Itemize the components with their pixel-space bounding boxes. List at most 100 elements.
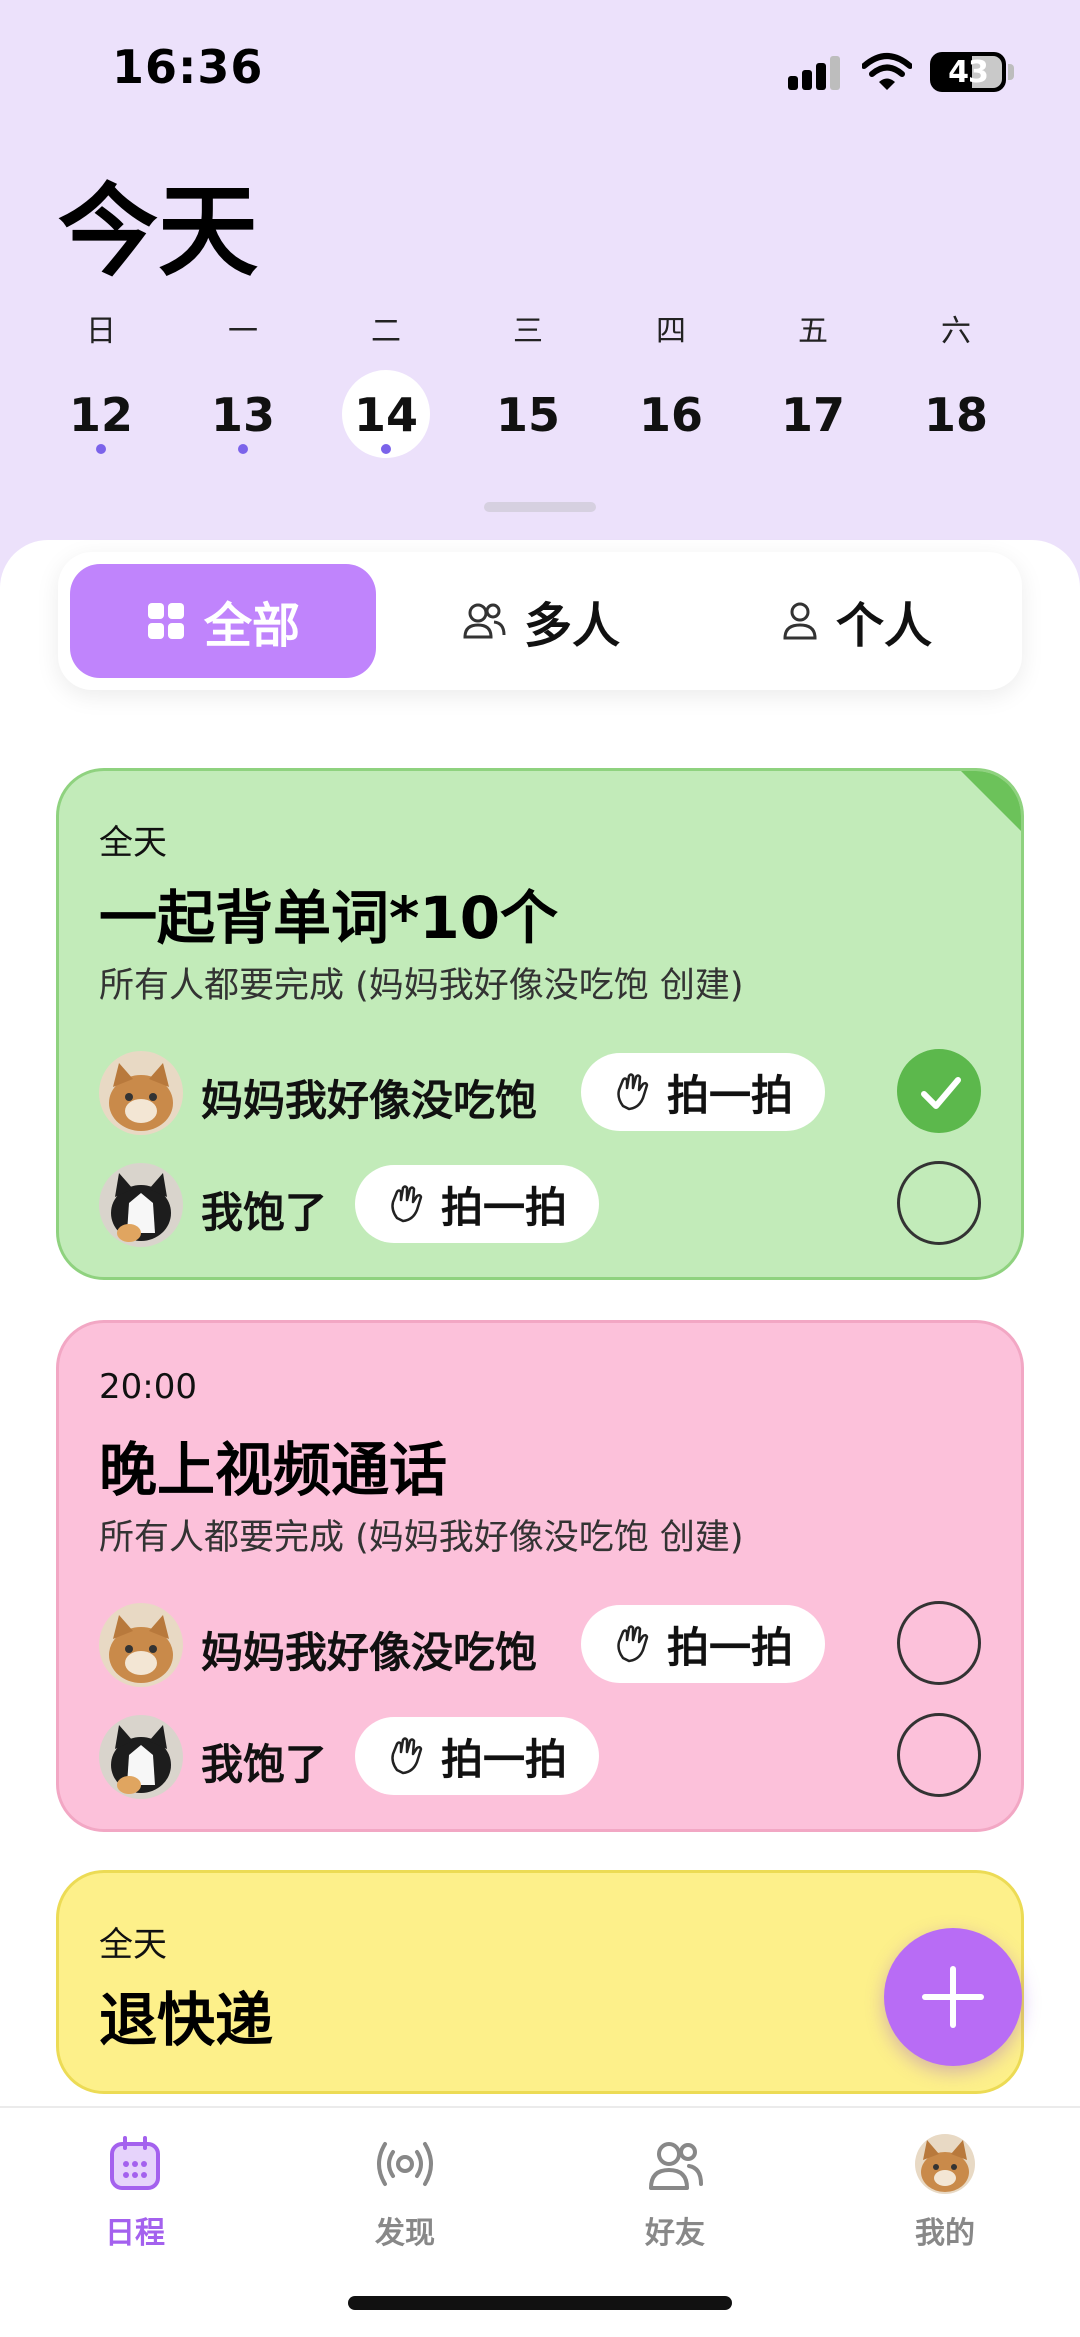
date-number: 13 bbox=[210, 388, 275, 442]
battery-tip bbox=[1008, 64, 1014, 80]
completion-checkbox[interactable] bbox=[897, 1713, 981, 1797]
completion-checkbox[interactable] bbox=[897, 1601, 981, 1685]
battery-level: 43 bbox=[948, 55, 989, 90]
date-number: 15 bbox=[495, 388, 560, 442]
plus-icon-vertical bbox=[950, 1966, 956, 2028]
date-number: 18 bbox=[923, 388, 988, 442]
wifi-icon bbox=[862, 53, 912, 90]
add-task-button[interactable] bbox=[884, 1928, 1022, 2066]
date-number: 12 bbox=[68, 388, 133, 442]
day-wednesday[interactable]: 三 15 bbox=[473, 300, 583, 480]
tuxedo-cat-avatar[interactable] bbox=[99, 1715, 183, 1799]
member-name: 我饱了 bbox=[201, 1740, 328, 1789]
tab-label: 发现 bbox=[375, 2216, 435, 2251]
person-icon bbox=[783, 602, 817, 640]
home-indicator bbox=[348, 2296, 732, 2310]
tab-label: 我的 bbox=[915, 2216, 975, 2251]
task-title: 一起背单词*10个 bbox=[99, 884, 559, 952]
status-bar: 16:36 43 bbox=[0, 0, 1080, 140]
calendar-icon bbox=[110, 2136, 160, 2190]
tab-label: 日程 bbox=[105, 2216, 165, 2251]
filter-group-button[interactable]: 多人 bbox=[388, 564, 694, 678]
member-row: 妈妈我好像没吃饱 拍一拍 bbox=[99, 1049, 981, 1139]
pat-button[interactable]: 拍一拍 bbox=[581, 1053, 825, 1131]
filter-all-button[interactable]: 全部 bbox=[70, 564, 376, 678]
day-of-week-label: 五 bbox=[798, 314, 828, 349]
task-time: 20:00 bbox=[99, 1367, 197, 1407]
battery-icon: 43 bbox=[930, 52, 1006, 92]
clapping-hand-icon bbox=[617, 1073, 649, 1111]
event-dot bbox=[238, 444, 248, 454]
week-strip: 日 12 一 13 二 14 三 15 四 16 五 17 六 18 bbox=[40, 300, 1040, 480]
member-row: 我饱了 拍一拍 bbox=[99, 1713, 981, 1803]
profile-avatar bbox=[915, 2134, 975, 2194]
page-title: 今天 bbox=[58, 173, 258, 290]
day-of-week-label: 一 bbox=[228, 314, 258, 349]
clapping-hand-icon bbox=[391, 1737, 423, 1775]
date-number: 14 bbox=[353, 388, 418, 442]
status-time: 16:36 bbox=[112, 40, 264, 94]
checkmark-icon bbox=[921, 1077, 961, 1109]
day-of-week-label: 日 bbox=[86, 314, 116, 349]
friends-icon bbox=[649, 2142, 703, 2190]
filter-personal-button[interactable]: 个人 bbox=[704, 564, 1010, 678]
completion-checkbox[interactable] bbox=[897, 1161, 981, 1245]
day-sunday[interactable]: 日 12 bbox=[46, 300, 156, 480]
task-card[interactable]: 20:00 晚上视频通话 所有人都要完成 (妈妈我好像没吃饱 创建) 妈妈我好像… bbox=[56, 1320, 1024, 1832]
task-time: 全天 bbox=[99, 823, 167, 863]
people-icon bbox=[463, 603, 506, 639]
sheet-drag-handle[interactable] bbox=[484, 502, 596, 512]
task-card[interactable]: 全天 一起背单词*10个 所有人都要完成 (妈妈我好像没吃饱 创建) 妈妈我好像… bbox=[56, 768, 1024, 1280]
task-title: 退快递 bbox=[99, 1986, 274, 2054]
pat-button[interactable]: 拍一拍 bbox=[581, 1605, 825, 1683]
day-friday[interactable]: 五 17 bbox=[758, 300, 868, 480]
member-name: 妈妈我好像没吃饱 bbox=[201, 1628, 538, 1677]
day-saturday[interactable]: 六 18 bbox=[901, 300, 1011, 480]
pat-label: 拍一拍 bbox=[440, 1182, 567, 1232]
event-dot bbox=[381, 444, 391, 454]
corner-fold bbox=[961, 771, 1021, 831]
broadcast-icon bbox=[377, 2142, 433, 2186]
clapping-hand-icon bbox=[617, 1625, 649, 1663]
task-title: 晚上视频通话 bbox=[99, 1436, 448, 1504]
cellular-signal-icon bbox=[788, 56, 844, 90]
tab-discover[interactable]: 发现 bbox=[315, 2126, 495, 2251]
day-thursday[interactable]: 四 16 bbox=[616, 300, 726, 480]
pat-button[interactable]: 拍一拍 bbox=[355, 1165, 599, 1243]
member-name: 我饱了 bbox=[201, 1188, 328, 1237]
day-of-week-label: 三 bbox=[513, 314, 543, 349]
member-name: 妈妈我好像没吃饱 bbox=[201, 1076, 538, 1125]
task-subtitle: 所有人都要完成 (妈妈我好像没吃饱 创建) bbox=[99, 1518, 744, 1558]
filter-group-label: 多人 bbox=[523, 598, 620, 654]
pat-button[interactable]: 拍一拍 bbox=[355, 1717, 599, 1795]
filter-personal-label: 个人 bbox=[835, 598, 932, 654]
day-tuesday[interactable]: 二 14 bbox=[331, 300, 441, 480]
date-number: 16 bbox=[638, 388, 703, 442]
filter-all-label: 全部 bbox=[203, 598, 300, 654]
pat-label: 拍一拍 bbox=[440, 1734, 567, 1784]
tabby-cat-avatar[interactable] bbox=[99, 1051, 183, 1135]
tab-profile[interactable]: 我的 bbox=[855, 2126, 1035, 2251]
task-card[interactable]: 全天 退快递 bbox=[56, 1870, 1024, 2094]
day-of-week-label: 四 bbox=[656, 314, 686, 349]
day-monday[interactable]: 一 13 bbox=[188, 300, 298, 480]
date-number: 17 bbox=[780, 388, 845, 442]
clapping-hand-icon bbox=[391, 1185, 423, 1223]
day-of-week-label: 六 bbox=[941, 314, 971, 349]
day-of-week-label: 二 bbox=[371, 314, 401, 349]
tab-friends[interactable]: 好友 bbox=[585, 2126, 765, 2251]
task-subtitle: 所有人都要完成 (妈妈我好像没吃饱 创建) bbox=[99, 966, 744, 1006]
event-dot bbox=[96, 444, 106, 454]
tab-schedule[interactable]: 日程 bbox=[45, 2126, 225, 2251]
task-time: 全天 bbox=[99, 1925, 167, 1965]
tuxedo-cat-avatar[interactable] bbox=[99, 1163, 183, 1247]
grid-icon bbox=[147, 603, 184, 639]
pat-label: 拍一拍 bbox=[666, 1622, 793, 1672]
member-row: 我饱了 拍一拍 bbox=[99, 1161, 981, 1251]
pat-label: 拍一拍 bbox=[666, 1070, 793, 1120]
tabby-cat-avatar[interactable] bbox=[99, 1603, 183, 1687]
member-row: 妈妈我好像没吃饱 拍一拍 bbox=[99, 1601, 981, 1691]
tab-label: 好友 bbox=[645, 2216, 705, 2251]
completion-checkbox[interactable] bbox=[897, 1049, 981, 1133]
filter-segmented-control: 全部 多人 个人 bbox=[58, 552, 1022, 690]
